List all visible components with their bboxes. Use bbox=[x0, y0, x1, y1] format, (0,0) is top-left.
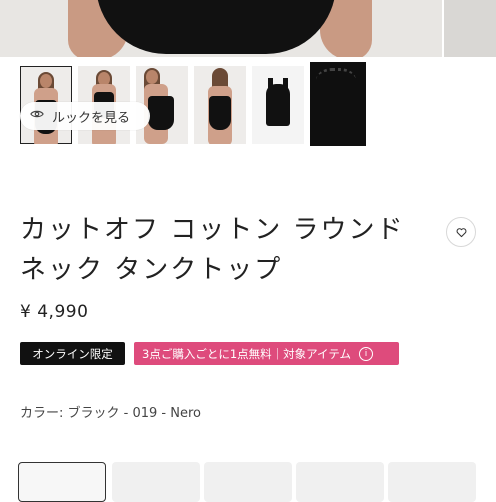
online-only-badge: オンライン限定 bbox=[20, 342, 125, 365]
product-title-line-1: カットオフ コットン ラウンド bbox=[20, 215, 405, 245]
product-title-line-2: ネック タンクトップ bbox=[20, 255, 283, 285]
thumbnail-6[interactable] bbox=[310, 62, 366, 146]
heart-icon bbox=[456, 223, 467, 242]
look-button-label: ルックを見る bbox=[52, 110, 131, 126]
online-only-label: オンライン限定 bbox=[32, 346, 113, 361]
favorite-button[interactable] bbox=[446, 217, 476, 247]
color-swatch[interactable] bbox=[112, 462, 200, 502]
product-title: カットオフ コットン ラウンド ネック タンクトップ bbox=[20, 210, 420, 290]
color-swatch[interactable] bbox=[388, 462, 476, 502]
eye-icon bbox=[30, 107, 44, 125]
look-button[interactable]: ルックを見る bbox=[20, 102, 150, 130]
color-label: カラー: ブラック - 019 - Nero bbox=[20, 406, 201, 421]
thumbnail-4[interactable] bbox=[194, 66, 246, 144]
color-swatch[interactable] bbox=[204, 462, 292, 502]
hero-garment bbox=[96, 0, 336, 54]
info-icon[interactable]: i bbox=[358, 346, 373, 361]
hero-image[interactable] bbox=[0, 0, 496, 57]
promo-label: 3点ご購入ごとに1点無料｜対象アイテム bbox=[142, 346, 351, 361]
product-price: ¥ 4,990 bbox=[20, 302, 89, 322]
promo-badge[interactable]: 3点ご購入ごとに1点無料｜対象アイテム i bbox=[134, 342, 399, 365]
color-swatch-selected[interactable] bbox=[18, 462, 106, 502]
thumbnail-5[interactable] bbox=[252, 66, 304, 144]
hero-next-image[interactable] bbox=[442, 0, 496, 57]
color-swatch[interactable] bbox=[296, 462, 384, 502]
